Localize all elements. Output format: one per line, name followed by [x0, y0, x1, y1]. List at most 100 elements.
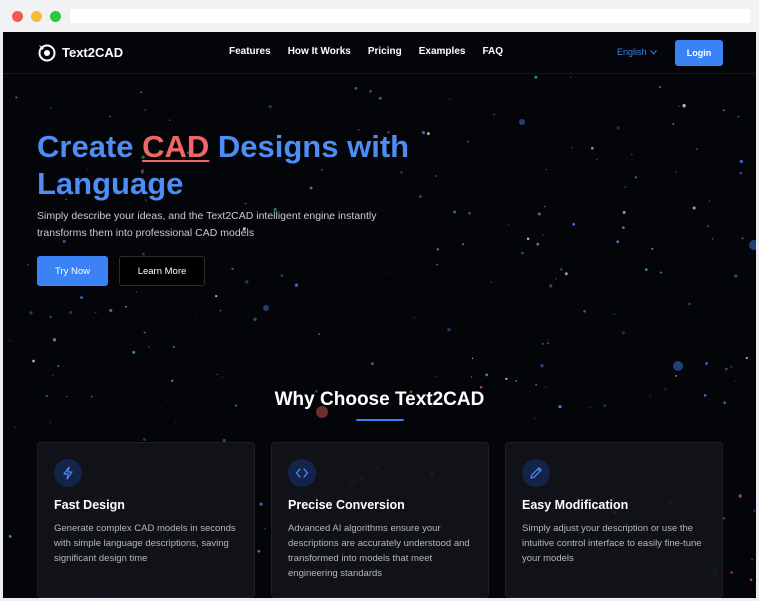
- language-label: English: [617, 47, 647, 57]
- star: [515, 379, 518, 382]
- star-glow: [673, 361, 683, 371]
- star: [386, 272, 388, 274]
- star: [170, 379, 174, 382]
- star: [27, 264, 29, 266]
- star: [624, 186, 627, 188]
- star: [616, 240, 620, 244]
- features-section-title: Why Choose Text2CAD: [274, 389, 485, 410]
- star: [560, 268, 563, 271]
- star: [109, 115, 112, 118]
- feature-card-description: Simply adjust your description or use th…: [522, 523, 702, 564]
- top-navigation: Text2CAD Features How It Works Pricing E…: [3, 32, 756, 74]
- star: [545, 386, 547, 388]
- star: [244, 202, 247, 205]
- star: [572, 222, 576, 226]
- star: [57, 364, 60, 368]
- feature-card-description: Generate complex CAD models in seconds w…: [54, 523, 236, 564]
- star: [730, 365, 733, 368]
- star: [461, 243, 465, 246]
- hero-title-highlight: CAD: [142, 129, 210, 164]
- star: [80, 296, 83, 300]
- close-window-icon[interactable]: [12, 11, 23, 22]
- star: [571, 146, 574, 149]
- star: [259, 502, 263, 506]
- star: [645, 268, 648, 271]
- star: [507, 223, 510, 226]
- minimize-window-icon[interactable]: [31, 11, 42, 22]
- star: [422, 131, 425, 135]
- star: [257, 549, 261, 553]
- star: [675, 171, 677, 173]
- star-glow: [519, 119, 525, 125]
- star: [535, 384, 537, 386]
- star: [471, 357, 474, 360]
- star: [570, 76, 572, 79]
- hero-subtitle: Simply describe your ideas, and the Text…: [37, 210, 377, 239]
- section-title-underline: [356, 419, 404, 421]
- star: [435, 175, 438, 177]
- star: [132, 350, 136, 354]
- star: [493, 114, 495, 116]
- star: [280, 274, 284, 277]
- try-now-button[interactable]: Try Now: [37, 256, 108, 286]
- feature-card-fast-design: Fast Design Generate complex CAD models …: [37, 442, 255, 598]
- star: [426, 132, 430, 136]
- code-brackets-icon: [288, 459, 316, 487]
- star: [555, 277, 558, 280]
- star: [739, 159, 743, 164]
- star: [692, 206, 696, 210]
- star: [470, 376, 473, 378]
- star: [414, 317, 416, 319]
- star: [734, 380, 737, 382]
- maximize-window-icon[interactable]: [50, 11, 61, 22]
- star: [526, 237, 530, 241]
- star: [755, 587, 756, 588]
- star: [541, 342, 545, 345]
- nav-link-how-it-works[interactable]: How It Works: [288, 46, 351, 57]
- star: [534, 75, 538, 79]
- nav-link-faq[interactable]: FAQ: [482, 46, 503, 57]
- star: [705, 362, 709, 365]
- star: [631, 153, 633, 156]
- star: [268, 104, 272, 109]
- star: [378, 96, 382, 100]
- star: [542, 234, 544, 236]
- hero-title-part1: Create: [37, 129, 143, 164]
- star: [49, 107, 52, 109]
- star: [682, 104, 686, 108]
- star: [140, 91, 142, 93]
- browser-chrome: [0, 0, 759, 32]
- star: [678, 105, 680, 107]
- nav-link-features[interactable]: Features: [229, 46, 271, 57]
- login-button[interactable]: Login: [675, 40, 723, 66]
- brand-name[interactable]: Text2CAD: [62, 45, 123, 60]
- star: [453, 210, 457, 214]
- star: [621, 331, 625, 335]
- star: [264, 527, 266, 530]
- star: [706, 224, 710, 228]
- star: [739, 171, 742, 175]
- star: [485, 373, 489, 377]
- star: [135, 291, 138, 293]
- star: [174, 421, 176, 423]
- star: [172, 345, 175, 349]
- star: [245, 280, 249, 284]
- language-selector[interactable]: English: [617, 47, 657, 57]
- star: [536, 242, 540, 246]
- nav-link-pricing[interactable]: Pricing: [368, 46, 402, 57]
- learn-more-button[interactable]: Learn More: [119, 256, 205, 286]
- star: [722, 516, 726, 520]
- star: [540, 364, 544, 368]
- address-bar[interactable]: [70, 9, 750, 23]
- star: [543, 205, 546, 208]
- target-cursor-icon[interactable]: [37, 43, 57, 63]
- star: [169, 119, 171, 121]
- star: [231, 267, 234, 270]
- star: [436, 248, 439, 251]
- star: [354, 86, 358, 90]
- star: [696, 148, 698, 150]
- star: [672, 123, 675, 125]
- star: [436, 376, 438, 378]
- nav-link-examples[interactable]: Examples: [419, 46, 466, 57]
- star: [658, 86, 662, 89]
